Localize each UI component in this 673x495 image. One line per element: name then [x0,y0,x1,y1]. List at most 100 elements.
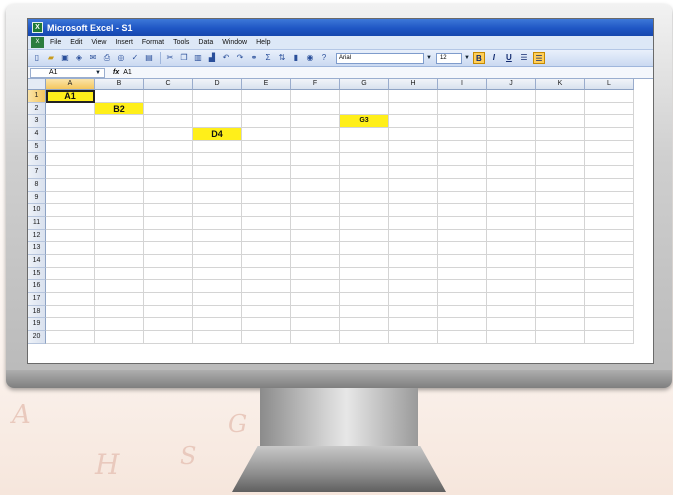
row-header-18[interactable]: 18 [28,305,46,319]
cell-l10[interactable] [585,204,634,217]
cell-a16[interactable] [46,280,95,293]
spelling-icon[interactable]: ✓ [129,52,141,64]
menu-view[interactable]: View [91,39,106,46]
align-left-icon[interactable]: ☰ [518,52,530,64]
cell-e5[interactable] [242,140,291,154]
save-icon[interactable]: ▣ [59,52,71,64]
sort-ascending-icon[interactable]: ⇅ [276,52,288,64]
cell-k9[interactable] [536,191,585,205]
cell-d16[interactable] [193,280,242,293]
column-header-g[interactable]: G [340,79,389,90]
cell-d14[interactable] [193,254,242,268]
cell-k10[interactable] [536,204,585,217]
cell-g10[interactable] [340,204,389,217]
cell-f16[interactable] [291,280,340,293]
cell-g13[interactable] [340,242,389,255]
cell-a17[interactable] [46,293,95,306]
cell-c1[interactable] [144,90,193,103]
align-center-icon[interactable]: ☰ [532,52,545,64]
cell-h10[interactable] [389,204,438,217]
cell-k2[interactable] [536,102,585,116]
cell-b15[interactable] [95,267,144,281]
cell-l3[interactable] [585,115,634,129]
cell-c3[interactable] [144,115,193,129]
cell-i18[interactable] [438,305,487,319]
cell-j17[interactable] [487,293,536,306]
cell-g3[interactable]: G3 [340,115,389,129]
column-header-c[interactable]: C [144,79,193,90]
cell-a6[interactable] [46,153,95,167]
cell-k16[interactable] [536,280,585,293]
cell-f17[interactable] [291,293,340,306]
cell-f5[interactable] [291,140,340,154]
cell-c10[interactable] [144,204,193,217]
cell-j5[interactable] [487,140,536,154]
cell-h15[interactable] [389,267,438,281]
row-header-2[interactable]: 2 [28,102,46,116]
copy-icon[interactable]: ❐ [178,52,190,64]
cell-e12[interactable] [242,229,291,243]
cell-g7[interactable] [340,166,389,179]
cell-a10[interactable] [46,204,95,217]
redo-icon[interactable]: ↷ [234,52,246,64]
cell-e1[interactable] [242,90,291,103]
cell-k20[interactable] [536,331,585,344]
cell-f11[interactable] [291,216,340,230]
cell-a15[interactable] [46,267,95,281]
cell-k7[interactable] [536,166,585,179]
cell-l13[interactable] [585,242,634,255]
cell-h16[interactable] [389,280,438,293]
cell-f19[interactable] [291,318,340,332]
column-header-l[interactable]: L [585,79,634,90]
cell-i5[interactable] [438,140,487,154]
row-header-10[interactable]: 10 [28,204,46,217]
cell-l12[interactable] [585,229,634,243]
row-header-5[interactable]: 5 [28,140,46,154]
insert-function-icon[interactable]: fx [113,69,119,76]
cell-l14[interactable] [585,254,634,268]
new-icon[interactable]: ▯ [31,52,43,64]
cell-l4[interactable] [585,128,634,141]
cell-f6[interactable] [291,153,340,167]
row-header-8[interactable]: 8 [28,178,46,192]
cell-h9[interactable] [389,191,438,205]
chevron-down-icon[interactable]: ▼ [426,55,432,61]
column-header-b[interactable]: B [95,79,144,90]
menu-edit[interactable]: Edit [70,39,82,46]
cell-f20[interactable] [291,331,340,344]
menu-data[interactable]: Data [198,39,213,46]
row-header-15[interactable]: 15 [28,267,46,281]
cell-e16[interactable] [242,280,291,293]
menu-help[interactable]: Help [256,39,270,46]
cell-f12[interactable] [291,229,340,243]
cell-j9[interactable] [487,191,536,205]
row-header-16[interactable]: 16 [28,280,46,293]
cell-d7[interactable] [193,166,242,179]
cell-h19[interactable] [389,318,438,332]
research-icon[interactable]: ▤ [143,52,155,64]
cell-j6[interactable] [487,153,536,167]
cell-h14[interactable] [389,254,438,268]
cell-l9[interactable] [585,191,634,205]
cell-d2[interactable] [193,102,242,116]
row-header-9[interactable]: 9 [28,191,46,205]
cell-a8[interactable] [46,178,95,192]
chevron-down-icon[interactable]: ▼ [95,69,101,77]
cell-a3[interactable] [46,115,95,129]
cell-d8[interactable] [193,178,242,192]
workbook-icon[interactable]: X [31,37,44,48]
cell-c4[interactable] [144,128,193,141]
cell-e6[interactable] [242,153,291,167]
cell-l19[interactable] [585,318,634,332]
cell-b19[interactable] [95,318,144,332]
font-name-select[interactable]: Arial [336,52,424,64]
menu-insert[interactable]: Insert [115,39,133,46]
cell-e15[interactable] [242,267,291,281]
cell-g8[interactable] [340,178,389,192]
cell-c18[interactable] [144,305,193,319]
cell-c16[interactable] [144,280,193,293]
cell-f15[interactable] [291,267,340,281]
cell-l6[interactable] [585,153,634,167]
cell-c9[interactable] [144,191,193,205]
undo-icon[interactable]: ↶ [220,52,232,64]
